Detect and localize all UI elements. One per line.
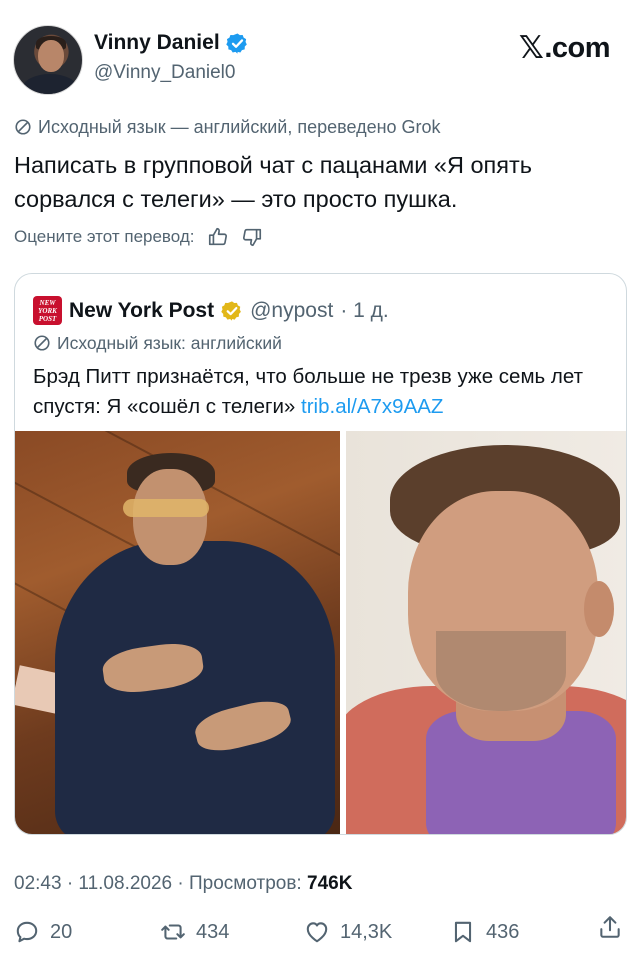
- author-handle[interactable]: @Vinny_Daniel0: [94, 61, 235, 85]
- share-button[interactable]: [597, 914, 623, 940]
- quoted-tweet-card[interactable]: NEW YORK POST New York Post @nypost · 1 …: [14, 273, 627, 835]
- author-name[interactable]: Vinny Daniel: [94, 30, 220, 56]
- heart-icon: [306, 922, 328, 943]
- avatar-shoulders: [22, 74, 78, 94]
- quoted-media[interactable]: [15, 431, 626, 834]
- photo-portrait[interactable]: [340, 431, 626, 834]
- reply-button[interactable]: 20: [14, 914, 72, 950]
- quoted-tweet-link[interactable]: trib.al/A7x9AAZ: [301, 395, 443, 418]
- translation-note-text: Исходный язык — английский, переведено G…: [38, 117, 441, 137]
- photo-jacket: [55, 541, 335, 834]
- bookmark-count: 436: [486, 921, 520, 943]
- bookmark-icon: [454, 921, 472, 943]
- post-meta: 02:43 · 11.08.2026 · Просмотров: 746K: [14, 872, 352, 896]
- quoted-tweet-text: Брэд Питт признаётся, что больше не трез…: [33, 362, 618, 422]
- x-logo-text: .com: [544, 31, 610, 64]
- translate-slash-icon: [34, 335, 50, 351]
- like-button[interactable]: 14,3K: [304, 914, 392, 950]
- author-name-row[interactable]: Vinny Daniel: [94, 30, 249, 56]
- reply-count: 20: [50, 921, 73, 943]
- tweet-text: Написать в групповой чат с пацанами «Я о…: [14, 152, 532, 212]
- gold-verified-badge-icon: [221, 300, 242, 321]
- quoted-author-handle[interactable]: @nypost: [250, 298, 333, 324]
- rate-translation: Оцените этот перевод:: [14, 226, 263, 248]
- share-icon: [600, 916, 620, 938]
- quoted-tweet-header: NEW YORK POST New York Post @nypost · 1 …: [33, 296, 389, 325]
- x-logo: 𝕏 .com: [518, 30, 611, 66]
- x-logo-icon: 𝕏: [518, 30, 544, 65]
- translate-slash-icon: [15, 119, 31, 135]
- tweet-header: Vinny Daniel @Vinny_Daniel0 𝕏 .com: [0, 0, 640, 100]
- thumbs-down-icon[interactable]: [241, 226, 263, 248]
- translation-note: Исходный язык — английский, переведено G…: [14, 116, 441, 138]
- quoted-author-name[interactable]: New York Post: [69, 298, 214, 324]
- repost-icon: [161, 924, 185, 940]
- like-count: 14,3K: [340, 921, 393, 943]
- view-count: 746K: [307, 873, 353, 894]
- post-time-date[interactable]: 02:43 · 11.08.2026 · Просмотров:: [14, 873, 307, 894]
- repost-button[interactable]: 434: [160, 914, 229, 950]
- rate-translation-label: Оцените этот перевод:: [14, 227, 195, 246]
- reply-icon: [16, 921, 38, 943]
- bookmark-button[interactable]: 436: [450, 914, 519, 950]
- photo-lying-on-floor[interactable]: [15, 431, 340, 834]
- thumbs-up-icon[interactable]: [207, 226, 229, 248]
- photo-beard: [436, 631, 566, 711]
- quoted-post-time[interactable]: · 1 д.: [340, 298, 388, 324]
- photo-ear: [584, 581, 614, 637]
- photo-sunglasses: [123, 499, 209, 517]
- photo-face: [133, 469, 207, 565]
- quoted-translation-note-text: Исходный язык: английский: [57, 333, 282, 353]
- action-bar: 20 434 14,3K 436: [0, 914, 640, 950]
- avatar-head: [38, 40, 64, 72]
- nypost-logo[interactable]: NEW YORK POST: [33, 296, 62, 325]
- verified-badge-icon: [225, 32, 247, 54]
- avatar[interactable]: [13, 25, 83, 95]
- repost-count: 434: [196, 921, 230, 943]
- quoted-translation-note: Исходный язык: английский: [33, 332, 282, 354]
